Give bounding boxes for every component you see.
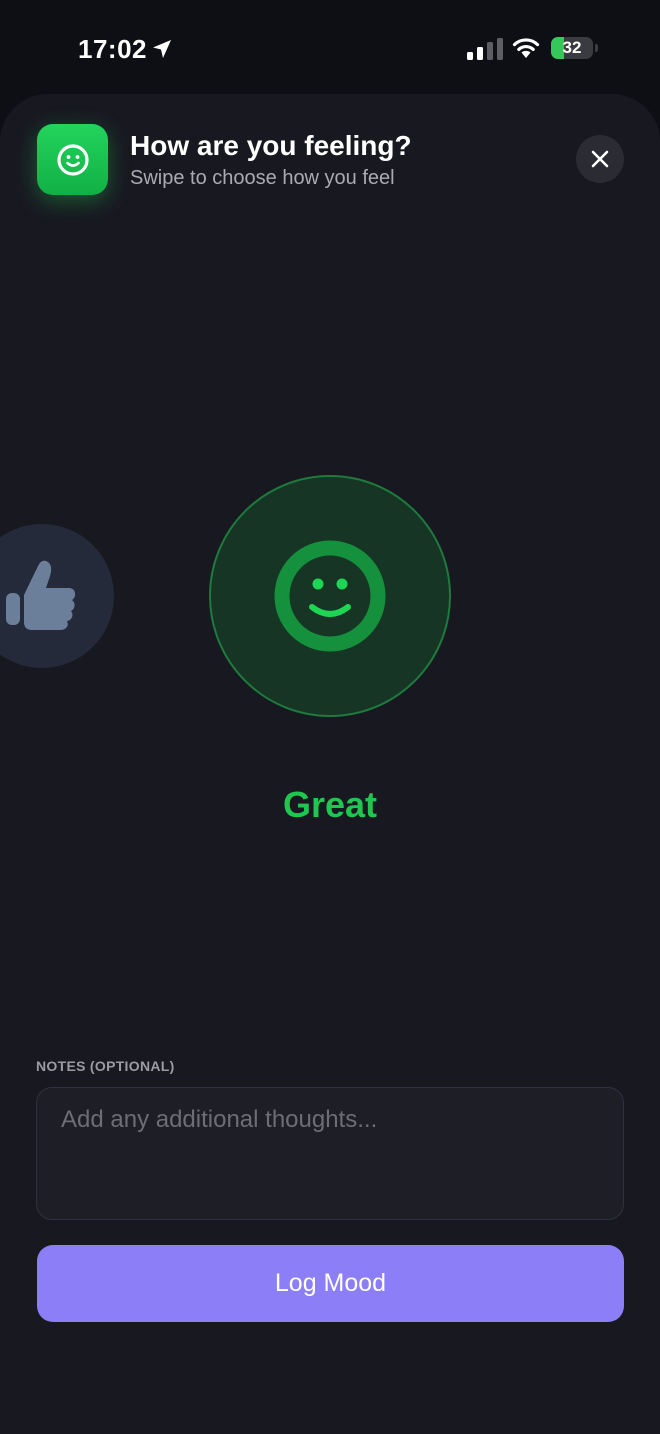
page-title: How are you feeling? [130, 130, 412, 161]
mood-option-previous[interactable] [0, 524, 114, 668]
thumbs-up-icon [6, 560, 76, 630]
smiley-icon [274, 540, 386, 652]
mood-sheet: How are you feeling? Swipe to choose how… [0, 94, 660, 1434]
signal-icon [467, 38, 503, 60]
battery-percent: 32 [562, 38, 582, 57]
log-mood-button[interactable]: Log Mood [37, 1245, 624, 1322]
mood-option-selected[interactable] [209, 475, 451, 717]
close-button[interactable] [576, 135, 624, 183]
close-icon [591, 150, 609, 168]
location-arrow-icon [153, 40, 171, 58]
battery-cap [595, 44, 598, 52]
smiley-icon [57, 144, 89, 176]
status-time: 17:02 [78, 34, 147, 64]
notes-input[interactable] [36, 1087, 624, 1220]
header-smiley-badge [37, 124, 108, 195]
notes-label: NOTES (OPTIONAL) [36, 1058, 175, 1074]
mood-label: Great [282, 784, 378, 825]
status-bar: 17:02 32 [0, 0, 660, 96]
battery-indicator: 32 [551, 37, 593, 59]
wifi-icon [512, 38, 540, 58]
page-subtitle: Swipe to choose how you feel [130, 167, 395, 189]
